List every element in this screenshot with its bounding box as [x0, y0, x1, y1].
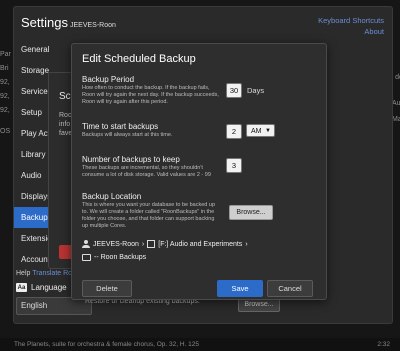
save-button[interactable]: Save: [217, 280, 263, 297]
backup-period-input[interactable]: 30: [226, 83, 242, 98]
chevron-right-icon: ›: [245, 240, 248, 248]
now-playing-time: 2:32: [377, 341, 390, 348]
help-label: Help: [16, 270, 31, 277]
language-icon: Aa: [16, 283, 27, 292]
start-time-title: Time to start backups: [82, 122, 159, 131]
location-path: JEEVES-Roon › [F:] Audio and Experiments…: [82, 240, 248, 248]
edit-scheduled-backup-dialog: Edit Scheduled Backup Backup Period How …: [71, 43, 327, 300]
settings-title: Settings JEEVES-Roon: [21, 15, 116, 30]
now-playing-track[interactable]: The Planets, suite for orchestra & femal…: [14, 341, 199, 348]
path-drive[interactable]: [F:] Audio and Experiments: [158, 241, 242, 248]
settings-title-text: Settings: [21, 15, 68, 30]
cancel-button[interactable]: Cancel: [267, 280, 313, 297]
restore-browse-button[interactable]: Browse...: [238, 298, 280, 312]
start-hour-input[interactable]: 2: [226, 124, 242, 139]
delete-button[interactable]: Delete: [82, 280, 132, 297]
path-host[interactable]: JEEVES-Roon: [93, 241, 139, 248]
bg-right-au: Au: [392, 100, 400, 107]
computer-icon: [82, 240, 90, 248]
location-folder-row: -- Roon Backups: [82, 254, 146, 261]
path-folder[interactable]: -- Roon Backups: [94, 254, 146, 261]
bg-left-text: Par Bri 92, 92, 92,: [0, 51, 11, 114]
chevron-right-icon: ›: [141, 240, 145, 248]
chevron-down-icon: ▼: [265, 128, 271, 134]
drive-icon: [147, 240, 156, 248]
backup-location-title: Backup Location: [82, 192, 142, 201]
keyboard-shortcuts-link[interactable]: Keyboard Shortcuts: [318, 15, 384, 26]
settings-links: Keyboard Shortcuts About: [318, 15, 384, 37]
folder-icon: [82, 254, 91, 261]
about-link[interactable]: About: [318, 26, 384, 37]
ampm-select[interactable]: AM ▼: [246, 124, 275, 137]
language-label-text: Language: [31, 283, 67, 292]
language-label: Aa Language: [16, 283, 67, 292]
bg-right-ma: Ma: [392, 116, 400, 123]
backup-period-title: Backup Period: [82, 75, 135, 84]
location-browse-button[interactable]: Browse...: [229, 205, 273, 220]
start-time-desc: Backups will always start at this time.: [82, 132, 173, 138]
backups-to-keep-title: Number of backups to keep: [82, 155, 180, 164]
backups-to-keep-desc: These backups are incremental, so they s…: [82, 165, 211, 178]
backup-period-unit: Days: [247, 86, 265, 95]
settings-subtitle: JEEVES-Roon: [69, 22, 116, 29]
ampm-value: AM: [251, 128, 262, 135]
dialog-title: Edit Scheduled Backup: [82, 53, 196, 65]
sidebar-item-general[interactable]: General: [14, 39, 74, 60]
backup-period-desc: How often to conduct the backup. If the …: [82, 85, 219, 105]
bg-left-os: OS: [0, 128, 11, 135]
backup-location-desc: This is where you want your database to …: [82, 202, 215, 229]
backups-to-keep-input[interactable]: 3: [226, 158, 242, 173]
